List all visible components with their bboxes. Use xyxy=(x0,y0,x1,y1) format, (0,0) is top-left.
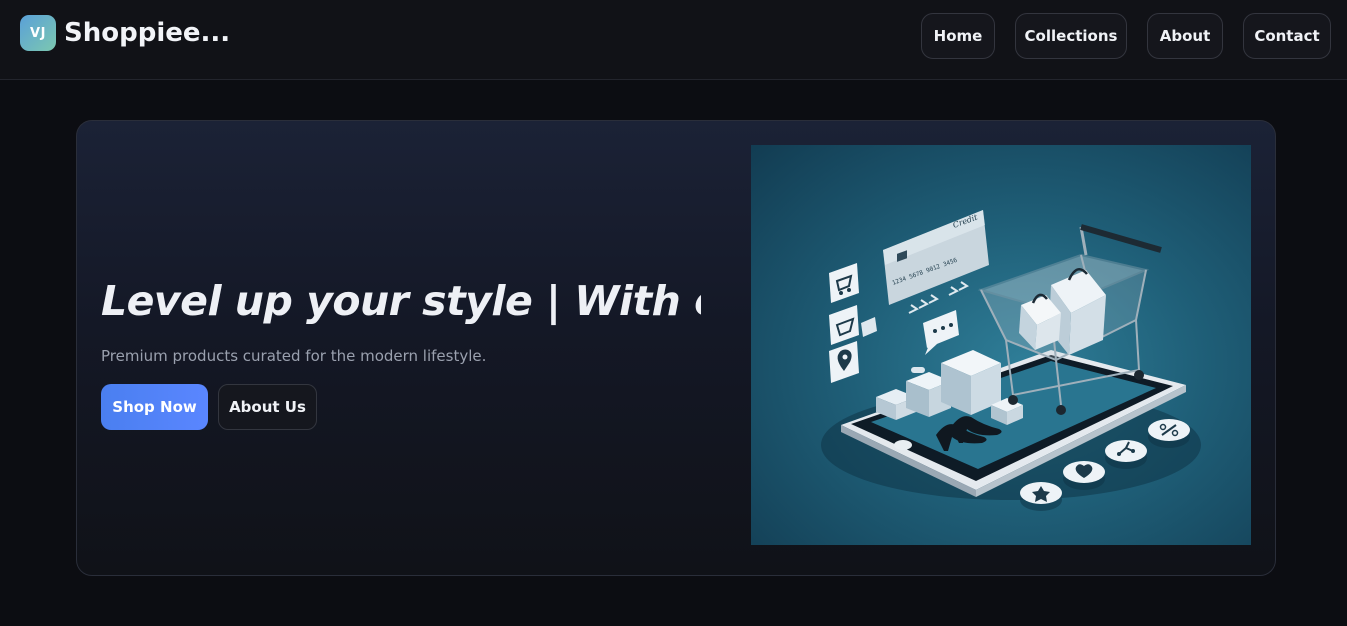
about-us-button[interactable]: About Us xyxy=(218,384,317,430)
brand[interactable]: VJ Shoppiee... xyxy=(20,15,230,51)
share-icon xyxy=(1105,440,1147,469)
hero-illustration: Credit 1234 5678 9012 3456 xyxy=(751,145,1251,545)
nav-contact-button[interactable]: Contact xyxy=(1243,13,1331,59)
heart-icon xyxy=(1063,461,1105,490)
nav-home-button[interactable]: Home xyxy=(921,13,995,59)
chat-icon xyxy=(923,310,959,355)
nav-collections-button[interactable]: Collections xyxy=(1015,13,1127,59)
nav-about-button[interactable]: About xyxy=(1147,13,1223,59)
percent-icon xyxy=(1148,419,1190,448)
shop-now-button[interactable]: Shop Now xyxy=(101,384,208,430)
basket-icon xyxy=(829,305,877,345)
hero-card: Level up your style | With o Premium pro… xyxy=(76,120,1276,576)
navbar: VJ Shoppiee... Home Collections About Co… xyxy=(0,0,1347,80)
cart-icon xyxy=(829,263,859,303)
hero-title: Level up your style | With o xyxy=(101,277,701,325)
brand-logo: VJ xyxy=(20,15,56,51)
credit-card-illustration: Credit 1234 5678 9012 3456 xyxy=(883,210,989,305)
star-icon xyxy=(1020,482,1062,511)
brand-name: Shoppiee... xyxy=(64,18,231,48)
location-pin-icon xyxy=(829,341,859,383)
shopping-illustration: Credit 1234 5678 9012 3456 xyxy=(821,210,1201,511)
hero-subtitle: Premium products curated for the modern … xyxy=(101,347,487,365)
